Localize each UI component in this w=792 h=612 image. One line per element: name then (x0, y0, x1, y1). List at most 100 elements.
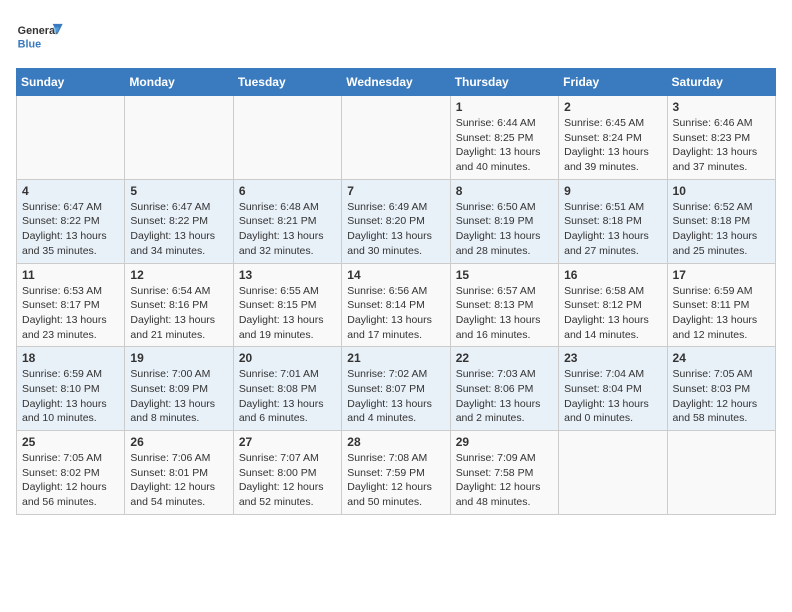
day-info: Sunrise: 7:07 AMSunset: 8:00 PMDaylight:… (239, 451, 336, 510)
day-number: 19 (130, 351, 227, 365)
day-info: Sunrise: 6:47 AMSunset: 8:22 PMDaylight:… (130, 200, 227, 259)
day-number: 29 (456, 435, 553, 449)
day-info: Sunrise: 6:44 AMSunset: 8:25 PMDaylight:… (456, 116, 553, 175)
calendar-cell: 15Sunrise: 6:57 AMSunset: 8:13 PMDayligh… (450, 263, 558, 347)
calendar-cell: 12Sunrise: 6:54 AMSunset: 8:16 PMDayligh… (125, 263, 233, 347)
calendar-cell: 26 Sunrise: 7:06 AMSunset: 8:01 PMDayligh… (125, 431, 233, 515)
calendar-cell: 6Sunrise: 6:48 AMSunset: 8:21 PMDaylight… (233, 179, 341, 263)
day-number: 7 (347, 184, 444, 198)
day-info: Sunrise: 6:50 AMSunset: 8:19 PMDaylight:… (456, 200, 553, 259)
calendar-header: SundayMondayTuesdayWednesdayThursdayFrid… (17, 69, 776, 96)
day-info: Sunrise: 6:51 AMSunset: 8:18 PMDaylight:… (564, 200, 661, 259)
calendar-cell (233, 96, 341, 180)
day-info: Sunrise: 7:02 AMSunset: 8:07 PMDaylight:… (347, 367, 444, 426)
calendar-cell: 2 Sunrise: 6:45 AMSunset: 8:24 PMDaylight… (559, 96, 667, 180)
day-of-week-header: Monday (125, 69, 233, 96)
day-number: 1 (456, 100, 553, 114)
day-info: Sunrise: 7:06 AMSunset: 8:01 PMDaylight:… (130, 451, 227, 510)
calendar-week-row: 4 Sunrise: 6:47 AMSunset: 8:22 PMDaylight… (17, 179, 776, 263)
day-info: Sunrise: 6:45 AMSunset: 8:24 PMDaylight:… (564, 116, 661, 175)
day-info: Sunrise: 6:56 AMSunset: 8:14 PMDaylight:… (347, 284, 444, 343)
svg-text:General: General (18, 25, 58, 37)
day-number: 27 (239, 435, 336, 449)
day-of-week-header: Tuesday (233, 69, 341, 96)
calendar-cell: 4 Sunrise: 6:47 AMSunset: 8:22 PMDaylight… (17, 179, 125, 263)
day-number: 9 (564, 184, 661, 198)
calendar-cell: 8 Sunrise: 6:50 AMSunset: 8:19 PMDaylight… (450, 179, 558, 263)
day-number: 2 (564, 100, 661, 114)
day-info: Sunrise: 6:47 AMSunset: 8:22 PMDaylight:… (22, 200, 119, 259)
svg-text:Blue: Blue (18, 38, 41, 50)
day-of-week-header: Saturday (667, 69, 775, 96)
day-number: 4 (22, 184, 119, 198)
calendar-cell: 23 Sunrise: 7:04 AMSunset: 8:04 PMDayligh… (559, 347, 667, 431)
day-info: Sunrise: 7:08 AMSunset: 7:59 PMDaylight:… (347, 451, 444, 510)
day-number: 16 (564, 268, 661, 282)
day-number: 23 (564, 351, 661, 365)
day-info: Sunrise: 6:49 AMSunset: 8:20 PMDaylight:… (347, 200, 444, 259)
calendar-cell: 11Sunrise: 6:53 AMSunset: 8:17 PMDayligh… (17, 263, 125, 347)
day-of-week-header: Wednesday (342, 69, 450, 96)
day-info: Sunrise: 7:04 AMSunset: 8:04 PMDaylight:… (564, 367, 661, 426)
day-info: Sunrise: 7:00 AMSunset: 8:09 PMDaylight:… (130, 367, 227, 426)
day-number: 15 (456, 268, 553, 282)
day-info: Sunrise: 6:55 AMSunset: 8:15 PMDaylight:… (239, 284, 336, 343)
calendar-week-row: 25 Sunrise: 7:05 AMSunset: 8:02 PMDayligh… (17, 431, 776, 515)
calendar-week-row: 18 Sunrise: 6:59 AMSunset: 8:10 PMDayligh… (17, 347, 776, 431)
day-number: 12 (130, 268, 227, 282)
calendar-week-row: 11Sunrise: 6:53 AMSunset: 8:17 PMDayligh… (17, 263, 776, 347)
calendar-cell: 18 Sunrise: 6:59 AMSunset: 8:10 PMDayligh… (17, 347, 125, 431)
day-number: 14 (347, 268, 444, 282)
day-number: 24 (673, 351, 770, 365)
day-number: 20 (239, 351, 336, 365)
header: General Blue (16, 16, 776, 56)
logo-icon: General Blue (16, 16, 66, 56)
calendar-cell: 27 Sunrise: 7:07 AMSunset: 8:00 PMDayligh… (233, 431, 341, 515)
calendar-cell: 19 Sunrise: 7:00 AMSunset: 8:09 PMDayligh… (125, 347, 233, 431)
day-number: 21 (347, 351, 444, 365)
calendar-body: 1 Sunrise: 6:44 AMSunset: 8:25 PMDaylight… (17, 96, 776, 515)
calendar-cell: 17 Sunrise: 6:59 AMSunset: 8:11 PMDayligh… (667, 263, 775, 347)
day-number: 17 (673, 268, 770, 282)
calendar-cell: 16 Sunrise: 6:58 AMSunset: 8:12 PMDayligh… (559, 263, 667, 347)
calendar-cell (342, 96, 450, 180)
day-of-week-header: Thursday (450, 69, 558, 96)
day-info: Sunrise: 7:09 AMSunset: 7:58 PMDaylight:… (456, 451, 553, 510)
calendar-cell: 13 Sunrise: 6:55 AMSunset: 8:15 PMDayligh… (233, 263, 341, 347)
day-number: 11 (22, 268, 119, 282)
day-number: 28 (347, 435, 444, 449)
calendar-cell: 29 Sunrise: 7:09 AMSunset: 7:58 PMDayligh… (450, 431, 558, 515)
calendar-cell: 5Sunrise: 6:47 AMSunset: 8:22 PMDaylight… (125, 179, 233, 263)
calendar-cell: 7 Sunrise: 6:49 AMSunset: 8:20 PMDaylight… (342, 179, 450, 263)
day-of-week-header: Sunday (17, 69, 125, 96)
day-info: Sunrise: 6:59 AMSunset: 8:10 PMDaylight:… (22, 367, 119, 426)
day-number: 22 (456, 351, 553, 365)
calendar-cell (559, 431, 667, 515)
day-info: Sunrise: 6:48 AMSunset: 8:21 PMDaylight:… (239, 200, 336, 259)
calendar-cell: 21 Sunrise: 7:02 AMSunset: 8:07 PMDayligh… (342, 347, 450, 431)
calendar-cell: 1 Sunrise: 6:44 AMSunset: 8:25 PMDaylight… (450, 96, 558, 180)
day-number: 13 (239, 268, 336, 282)
day-number: 10 (673, 184, 770, 198)
calendar-cell: 25 Sunrise: 7:05 AMSunset: 8:02 PMDayligh… (17, 431, 125, 515)
calendar-cell (667, 431, 775, 515)
logo: General Blue (16, 16, 66, 56)
calendar-cell: 20 Sunrise: 7:01 AMSunset: 8:08 PMDayligh… (233, 347, 341, 431)
calendar-cell (17, 96, 125, 180)
day-info: Sunrise: 7:05 AMSunset: 8:02 PMDaylight:… (22, 451, 119, 510)
calendar-cell: 14 Sunrise: 6:56 AMSunset: 8:14 PMDayligh… (342, 263, 450, 347)
calendar-cell: 3Sunrise: 6:46 AMSunset: 8:23 PMDaylight… (667, 96, 775, 180)
day-number: 26 (130, 435, 227, 449)
calendar-cell (125, 96, 233, 180)
day-number: 8 (456, 184, 553, 198)
day-info: Sunrise: 6:58 AMSunset: 8:12 PMDaylight:… (564, 284, 661, 343)
day-info: Sunrise: 7:05 AMSunset: 8:03 PMDaylight:… (673, 367, 770, 426)
calendar-cell: 28 Sunrise: 7:08 AMSunset: 7:59 PMDayligh… (342, 431, 450, 515)
day-info: Sunrise: 6:59 AMSunset: 8:11 PMDaylight:… (673, 284, 770, 343)
day-number: 25 (22, 435, 119, 449)
day-header-row: SundayMondayTuesdayWednesdayThursdayFrid… (17, 69, 776, 96)
day-number: 18 (22, 351, 119, 365)
day-of-week-header: Friday (559, 69, 667, 96)
calendar-cell: 22Sunrise: 7:03 AMSunset: 8:06 PMDayligh… (450, 347, 558, 431)
day-info: Sunrise: 7:01 AMSunset: 8:08 PMDaylight:… (239, 367, 336, 426)
